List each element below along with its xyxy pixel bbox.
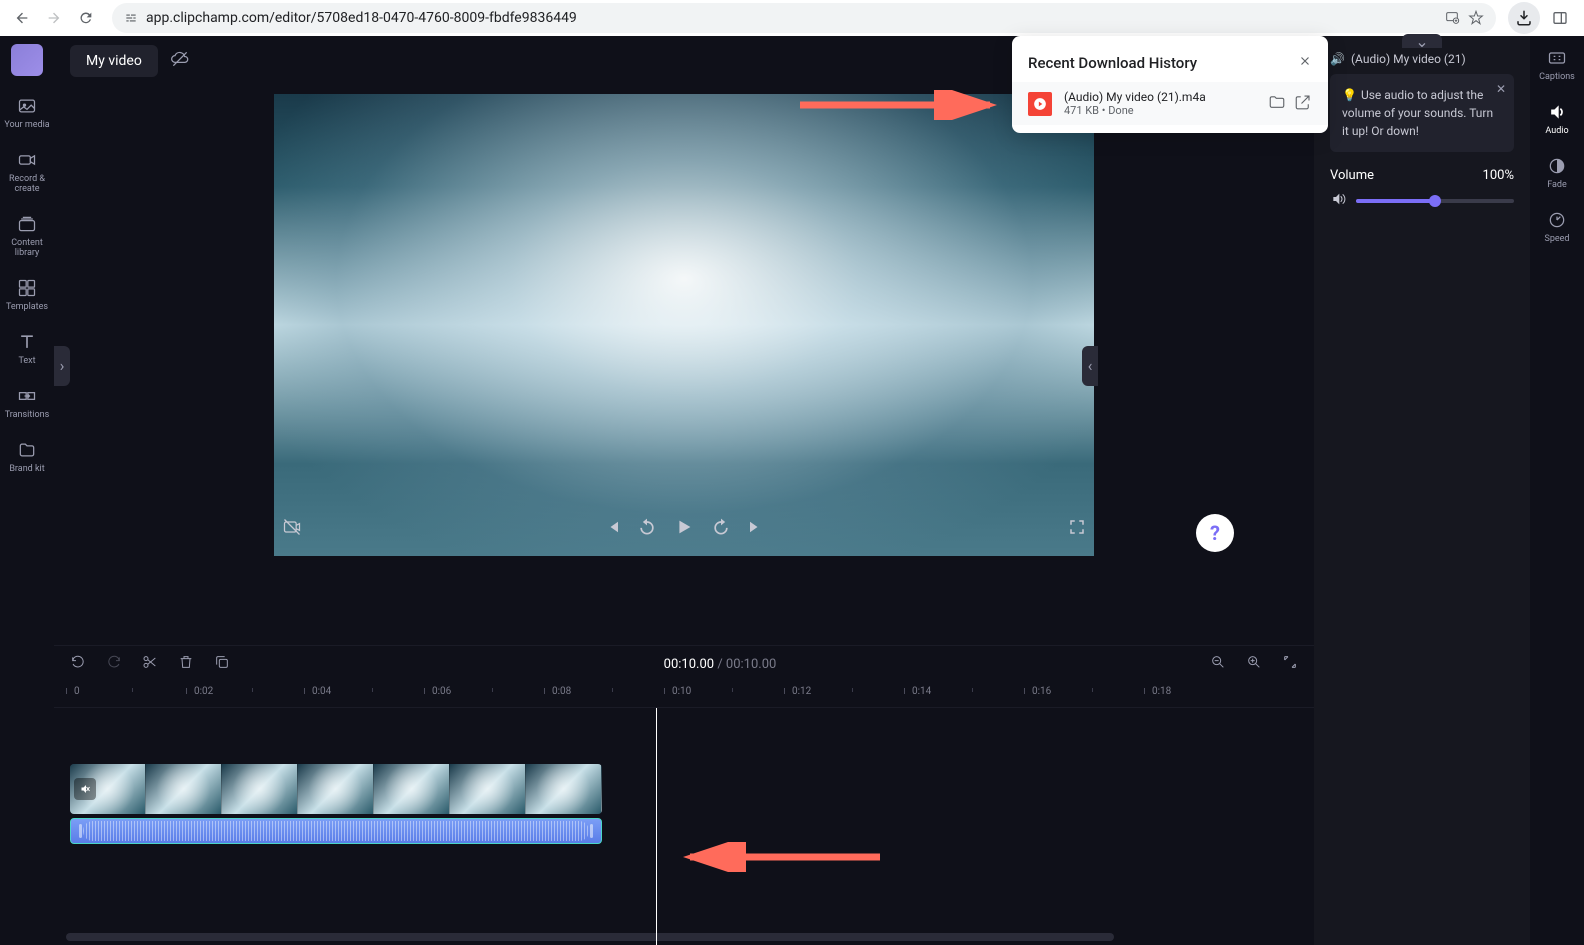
reload-button[interactable] [72, 4, 100, 32]
nav-speed[interactable]: Speed [1530, 206, 1584, 248]
nav-fade[interactable]: Fade [1530, 152, 1584, 194]
nav-transitions[interactable]: Transitions [0, 378, 54, 428]
nav-your-media[interactable]: Your media [0, 88, 54, 138]
zoom-in-button[interactable] [1246, 654, 1262, 674]
popover-title: Recent Download History [1028, 54, 1197, 72]
preview-disabled-icon[interactable] [282, 517, 302, 537]
url-text: app.clipchamp.com/editor/5708ed18-0470-4… [146, 10, 577, 26]
templates-icon [17, 278, 37, 298]
redo-button[interactable] [106, 654, 122, 674]
nav-templates[interactable]: Templates [0, 270, 54, 320]
properties-panel: ⌄ 🔊 (Audio) My video (21) ✕ 💡Use audio t… [1314, 36, 1530, 945]
annotation-arrow [680, 842, 890, 872]
close-icon[interactable] [1298, 54, 1312, 72]
zoom-out-button[interactable] [1210, 654, 1226, 674]
app-logo[interactable] [11, 44, 43, 76]
camera-icon [17, 150, 37, 170]
download-item[interactable]: (Audio) My video (21).m4a 471 KB • Done [1012, 82, 1328, 125]
clip-name-label: (Audio) My video (21) [1351, 52, 1466, 66]
nav-captions[interactable]: Captions [1530, 44, 1584, 86]
delete-button[interactable] [178, 654, 194, 674]
text-icon [17, 332, 37, 352]
right-sidebar: Captions Audio Fade Speed [1530, 36, 1584, 945]
speed-icon [1547, 210, 1567, 230]
fade-icon [1547, 156, 1567, 176]
media-icon [17, 96, 37, 116]
browser-toolbar: app.clipchamp.com/editor/5708ed18-0470-4… [0, 0, 1584, 36]
nav-record-create[interactable]: Record & create [0, 142, 54, 202]
clip-mute-icon[interactable] [74, 778, 96, 800]
volume-value: 100% [1483, 168, 1514, 183]
timeline-scrollbar[interactable] [66, 933, 1114, 941]
side-panel-icon[interactable] [1544, 2, 1576, 34]
playhead[interactable] [656, 708, 657, 945]
timeline: 00:10.00 / 00:10.00 0 0:02 0:04 0:06 0:0… [54, 645, 1314, 945]
split-button[interactable] [142, 654, 158, 674]
show-in-folder-icon[interactable] [1268, 93, 1286, 115]
copy-button[interactable] [214, 654, 230, 674]
forward-button[interactable] [711, 517, 731, 537]
annotation-arrow [800, 90, 1000, 120]
volume-slider[interactable] [1356, 199, 1514, 203]
skip-forward-button[interactable] [747, 518, 765, 536]
waveform [83, 821, 589, 841]
site-settings-icon [124, 11, 138, 25]
audio-clip[interactable] [70, 818, 602, 844]
bookmark-icon[interactable] [1468, 10, 1484, 26]
rewind-button[interactable] [637, 517, 657, 537]
url-bar[interactable]: app.clipchamp.com/editor/5708ed18-0470-4… [112, 3, 1496, 33]
left-sidebar: Your media Record & create Content libra… [0, 36, 54, 945]
forward-button[interactable] [40, 4, 68, 32]
undo-button[interactable] [70, 654, 86, 674]
nav-audio[interactable]: Audio [1530, 98, 1584, 140]
captions-icon [1547, 48, 1567, 68]
downloads-icon[interactable] [1508, 2, 1540, 34]
collapse-panel-icon[interactable]: ⌄ [1402, 34, 1442, 48]
volume-label: Volume [1330, 168, 1374, 183]
expand-left-panel[interactable]: › [54, 346, 70, 386]
transitions-icon [17, 386, 37, 406]
nav-text[interactable]: Text [0, 324, 54, 374]
timeline-ruler[interactable]: 0 0:02 0:04 0:06 0:08 0:10 0:12 0:14 0:1… [54, 682, 1314, 708]
nav-content-library[interactable]: Content library [0, 206, 54, 266]
audio-icon [1547, 102, 1567, 122]
timecode: 00:10.00 / 00:10.00 [664, 657, 777, 672]
fit-timeline-button[interactable] [1282, 654, 1298, 674]
skip-back-button[interactable] [603, 518, 621, 536]
download-file-name: (Audio) My video (21).m4a [1064, 90, 1256, 104]
close-tip-icon[interactable]: ✕ [1496, 80, 1506, 98]
audio-clip-icon: 🔊 [1330, 52, 1345, 66]
library-icon [17, 214, 37, 234]
help-button[interactable]: ? [1196, 514, 1234, 552]
file-type-icon [1028, 92, 1052, 116]
cloud-sync-icon[interactable] [170, 49, 190, 73]
fullscreen-button[interactable] [1068, 518, 1086, 536]
player-controls [274, 506, 1094, 548]
project-name[interactable]: My video [70, 45, 158, 77]
info-tip: ✕ 💡Use audio to adjust the volume of you… [1330, 74, 1514, 152]
open-external-icon[interactable] [1294, 93, 1312, 115]
nav-brand-kit[interactable]: Brand kit [0, 432, 54, 482]
play-button[interactable] [673, 516, 695, 538]
download-history-popover: Recent Download History (Audio) My video… [1012, 36, 1328, 133]
install-app-icon[interactable] [1444, 10, 1460, 26]
back-button[interactable] [8, 4, 36, 32]
expand-right-panel[interactable]: ‹ [1082, 346, 1098, 386]
video-preview[interactable] [274, 94, 1094, 556]
video-clip[interactable] [70, 764, 602, 814]
speaker-icon[interactable] [1330, 191, 1346, 211]
brand-icon [17, 440, 37, 460]
